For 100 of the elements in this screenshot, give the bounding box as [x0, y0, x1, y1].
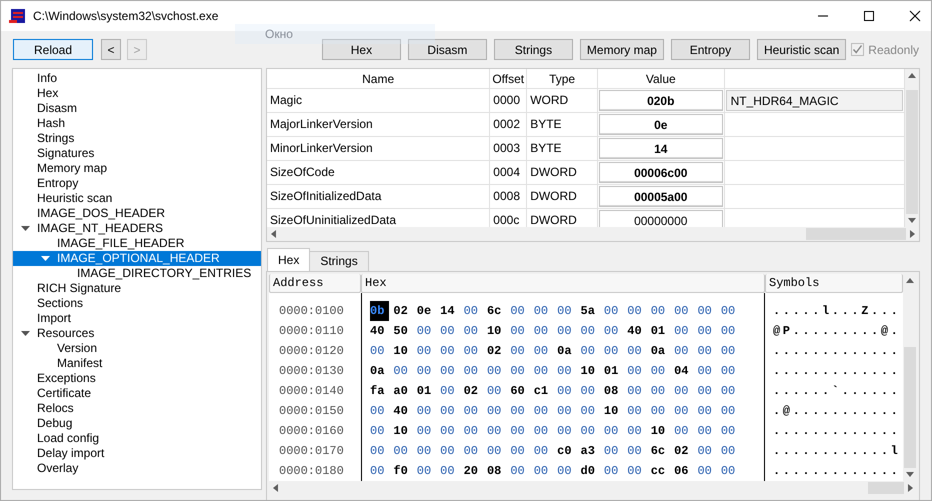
toolbar-button[interactable]: Memory map [580, 39, 664, 60]
hex-byte[interactable]: 10 [580, 361, 600, 381]
hex-byte[interactable]: 00 [416, 341, 436, 361]
hex-byte[interactable]: 10 [393, 341, 413, 361]
hex-byte[interactable]: 00 [557, 301, 577, 321]
tree-item[interactable]: Info [35, 71, 60, 86]
column-header[interactable]: Type [527, 69, 598, 89]
hex-byte[interactable]: 04 [674, 361, 694, 381]
hex-byte[interactable]: 00 [416, 321, 436, 341]
hex-byte[interactable]: 00 [534, 341, 554, 361]
hex-byte[interactable]: a0 [393, 381, 413, 401]
scroll-up-icon[interactable] [906, 278, 914, 283]
tree-item[interactable]: RICH Signature [35, 281, 124, 296]
hex-byte[interactable]: 00 [416, 461, 436, 481]
hex-byte[interactable]: 00 [627, 341, 647, 361]
tree-item[interactable]: Resources [35, 326, 96, 341]
scroll-down-icon[interactable] [908, 218, 916, 223]
hex-byte[interactable]: 06 [674, 461, 694, 481]
hex-byte[interactable]: 00 [486, 421, 506, 441]
hex-byte[interactable]: 00 [627, 301, 647, 321]
hex-byte[interactable]: 00 [510, 421, 530, 441]
hex-byte[interactable]: 00 [370, 341, 390, 361]
vertical-scrollbar[interactable] [905, 69, 919, 227]
hex-byte[interactable]: 00 [604, 441, 624, 461]
value-field[interactable]: 0e [598, 114, 723, 135]
hex-byte[interactable]: 00 [534, 401, 554, 421]
hex-byte[interactable]: 02 [486, 341, 506, 361]
tree-item[interactable]: Disasm [35, 101, 80, 116]
scroll-left-icon[interactable] [271, 230, 276, 238]
hex-byte[interactable]: 0a [370, 361, 390, 381]
hex-byte[interactable]: 00 [697, 321, 717, 341]
hex-byte[interactable]: 00 [440, 341, 460, 361]
hex-byte[interactable]: 00 [720, 421, 740, 441]
tree-item[interactable]: Signatures [35, 146, 96, 161]
hex-byte[interactable]: 00 [604, 321, 624, 341]
hex-byte[interactable]: 00 [440, 381, 460, 401]
hex-byte[interactable]: 0e [416, 301, 436, 321]
hex-byte[interactable]: 00 [604, 341, 624, 361]
scrollbar-thumb[interactable] [906, 90, 918, 214]
hex-byte[interactable]: 00 [720, 301, 740, 321]
hex-byte[interactable]: 00 [370, 421, 390, 441]
hex-byte[interactable]: 00 [534, 421, 554, 441]
hex-byte[interactable]: 00 [510, 341, 530, 361]
hex-byte[interactable]: 01 [416, 381, 436, 401]
hex-byte[interactable]: 00 [627, 441, 647, 461]
tree-item[interactable]: Entropy [35, 176, 80, 191]
column-header[interactable]: Hex [361, 274, 765, 293]
hex-byte[interactable]: 00 [440, 441, 460, 461]
hex-byte[interactable]: 00 [650, 361, 670, 381]
hex-byte[interactable]: 00 [510, 301, 530, 321]
hex-byte[interactable]: 00 [697, 461, 717, 481]
hex-byte[interactable]: 40 [370, 321, 390, 341]
scroll-down-icon[interactable] [906, 472, 914, 477]
tree-item[interactable]: Strings [35, 131, 76, 146]
hex-byte[interactable]: 02 [464, 381, 483, 401]
hex-byte[interactable]: 00 [674, 301, 694, 321]
hex-byte[interactable]: 00 [580, 381, 600, 401]
tree-item[interactable]: Manifest [55, 356, 104, 371]
tree-item[interactable]: Overlay [35, 461, 80, 476]
hex-byte[interactable]: 00 [674, 321, 694, 341]
scroll-right-icon[interactable] [908, 484, 913, 492]
tree-item[interactable]: Hash [35, 116, 68, 131]
maximize-icon[interactable] [863, 10, 875, 22]
tab[interactable]: Hex [267, 248, 310, 271]
hex-byte[interactable]: 00 [720, 361, 740, 381]
hex-byte[interactable]: 00 [580, 341, 600, 361]
hex-byte[interactable]: 00 [464, 441, 483, 461]
tree-item[interactable]: Hex [35, 86, 60, 101]
hex-byte[interactable]: 00 [580, 321, 600, 341]
hex-byte[interactable]: 00 [534, 301, 554, 321]
hex-byte[interactable]: 00 [557, 401, 577, 421]
scrollbar-thumb[interactable] [868, 482, 904, 494]
hex-byte[interactable]: 00 [604, 301, 624, 321]
value-field[interactable]: 00005a00 [598, 186, 723, 207]
tree-item[interactable]: Debug [35, 416, 74, 431]
hex-byte[interactable]: 00 [720, 321, 740, 341]
tree-item[interactable]: Import [35, 311, 74, 326]
hex-byte[interactable]: 00 [464, 341, 483, 361]
value-field[interactable]: 00000000 [598, 210, 723, 227]
hex-byte[interactable]: 00 [720, 381, 740, 401]
hex-byte[interactable]: 00 [534, 361, 554, 381]
value-field[interactable]: 14 [598, 138, 723, 159]
hex-byte[interactable]: 00 [557, 381, 577, 401]
hex-byte[interactable]: 14 [440, 301, 460, 321]
tree-item[interactable]: Certificate [35, 386, 94, 401]
hex-byte[interactable]: 00 [697, 401, 717, 421]
hex-byte[interactable]: 08 [604, 381, 624, 401]
tab[interactable]: Strings [309, 251, 369, 271]
hex-byte[interactable]: 00 [650, 381, 670, 401]
hex-byte[interactable]: 00 [580, 401, 600, 421]
hex-byte[interactable]: 01 [650, 321, 670, 341]
hex-byte[interactable]: 10 [486, 321, 506, 341]
hex-byte[interactable]: 00 [627, 361, 647, 381]
hex-byte[interactable]: 00 [580, 421, 600, 441]
hex-byte[interactable]: f0 [393, 461, 413, 481]
hex-byte[interactable]: a3 [580, 441, 600, 461]
tree-item[interactable]: Load config [35, 431, 102, 446]
hex-byte[interactable]: 00 [370, 441, 390, 461]
value-field[interactable]: 020b [598, 90, 723, 111]
hex-byte[interactable]: cc [650, 461, 670, 481]
